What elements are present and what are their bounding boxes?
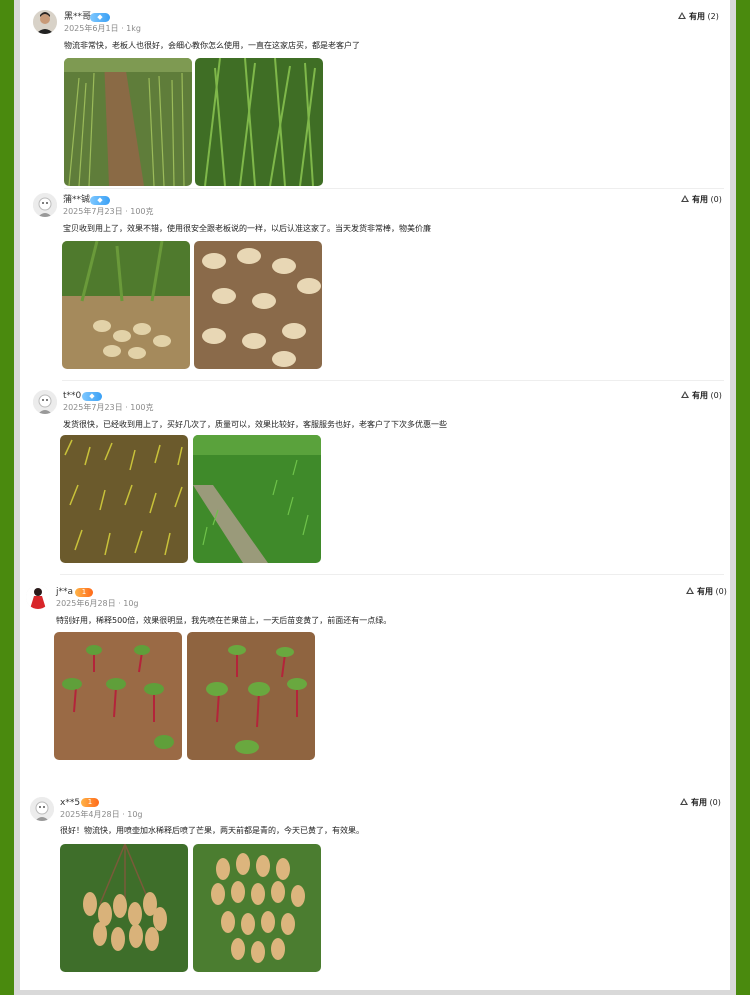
beet-seedlings-rows-photo	[187, 632, 315, 760]
helpful-button[interactable]: 有用 (0)	[680, 798, 721, 808]
default-user-avatar	[30, 797, 54, 821]
username: x**5	[60, 798, 81, 808]
beet-seedlings-photo	[54, 632, 182, 760]
reviews-panel: 黑**哥 ◆ 2025年6月1日 · 1kg 有用 (2) 物流非常快，老板人也…	[20, 0, 730, 990]
review-photo[interactable]	[194, 241, 322, 369]
helpful-button[interactable]: 有用 (0)	[686, 587, 727, 597]
helpful-button[interactable]: 有用 (0)	[681, 195, 722, 205]
review-photo[interactable]	[193, 435, 321, 563]
user-avatar[interactable]	[26, 585, 50, 609]
diamond-badge-icon: ◆	[82, 392, 102, 401]
man-photo-avatar	[33, 10, 57, 34]
thumb-up-icon	[681, 391, 689, 398]
wheat-field-rows-photo	[64, 58, 192, 186]
review-meta: 2025年4月28日 · 10g	[60, 810, 143, 819]
thumb-up-icon	[678, 12, 686, 19]
review-divider	[62, 380, 724, 381]
review-text: 特别好用，稀释500倍，效果很明显，我先喷在芒果苗上，一天后苗变黄了，前面还有一…	[56, 616, 392, 625]
user-avatar[interactable]	[33, 193, 57, 217]
user-avatar[interactable]	[33, 10, 57, 34]
review-photo[interactable]	[54, 632, 182, 760]
thumb-up-icon	[681, 195, 689, 202]
level-badge-icon: 1	[81, 798, 99, 807]
yellowing-seedlings-photo	[60, 435, 188, 563]
level-badge-icon: 1	[75, 588, 93, 597]
review-meta: 2025年6月1日 · 1kg	[64, 24, 141, 33]
helpful-button[interactable]: 有用 (0)	[681, 391, 722, 401]
username: t**0	[63, 391, 82, 401]
helpful-button[interactable]: 有用 (2)	[678, 12, 719, 22]
username: 黑**哥	[64, 12, 92, 22]
default-user-avatar	[33, 390, 57, 414]
harvested-peanuts-photo	[194, 241, 322, 369]
green-wheat-closeup-photo	[195, 58, 323, 186]
review-photo[interactable]	[187, 632, 315, 760]
review-meta: 2025年6月28日 · 10g	[56, 599, 139, 608]
review-photo[interactable]	[62, 241, 190, 369]
review-photo[interactable]	[195, 58, 323, 186]
review-text: 宝贝收到用上了，效果不错，使用很安全跟老板说的一样，以后认准这家了。当天发货非常…	[63, 224, 431, 233]
review-meta: 2025年7月23日 · 100克	[63, 403, 154, 412]
review-divider	[64, 188, 724, 189]
review-photo[interactable]	[60, 435, 188, 563]
diamond-badge-icon: ◆	[90, 196, 110, 205]
peanut-plant-roots-photo	[62, 241, 190, 369]
review-text: 发货很快，已经收到用上了，买好几次了，质量可以，效果比较好，客服服务也好，老客户…	[63, 420, 447, 429]
peanut-cluster-photo	[193, 844, 321, 972]
username: j**a	[56, 587, 74, 597]
red-figure-avatar	[26, 585, 50, 609]
review-divider	[60, 574, 724, 575]
default-user-avatar	[33, 193, 57, 217]
review-meta: 2025年7月23日 · 100克	[63, 207, 154, 216]
thumb-up-icon	[680, 798, 688, 805]
review-text: 物流非常快，老板人也很好，会细心教你怎么使用，一直在这家店买，都是老客户了	[64, 41, 360, 50]
review-photo[interactable]	[64, 58, 192, 186]
thumb-up-icon	[686, 587, 694, 594]
review-text: 很好！物流快，用喷壶加水稀释后喷了芒果，两天前都是青的，今天已黄了，有效果。	[60, 826, 364, 835]
peanut-bunch-photo	[60, 844, 188, 972]
username: 蒲**铖	[63, 195, 91, 205]
green-seedling-field-photo	[193, 435, 321, 563]
review-photo[interactable]	[60, 844, 188, 972]
user-avatar[interactable]	[30, 797, 54, 821]
review-photo[interactable]	[193, 844, 321, 972]
user-avatar[interactable]	[33, 390, 57, 414]
diamond-badge-icon: ◆	[90, 13, 110, 22]
